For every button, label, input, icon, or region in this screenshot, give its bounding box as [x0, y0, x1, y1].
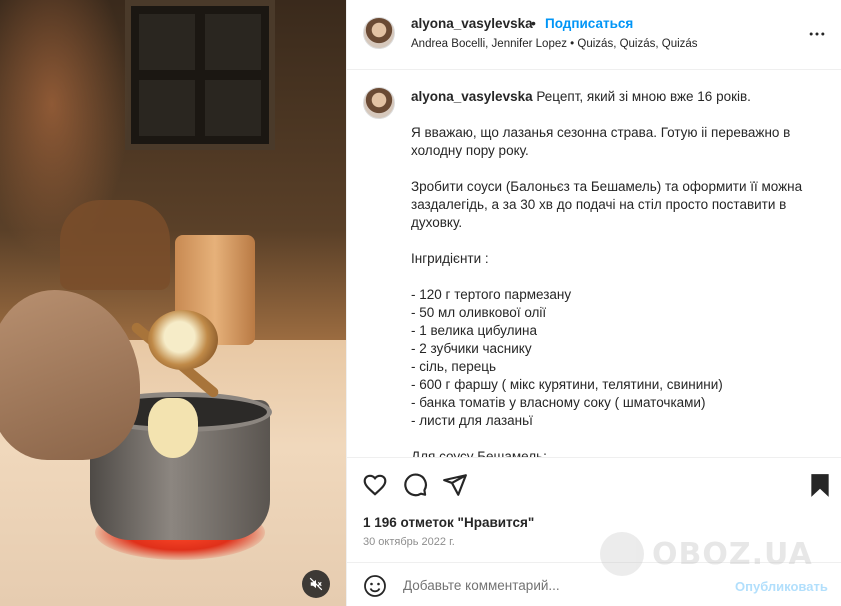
share-icon[interactable]: [442, 472, 468, 498]
watermark-text: OBOZ.UA: [652, 536, 813, 572]
butter: [148, 398, 198, 458]
caption-line: [411, 232, 821, 250]
bookmark-icon[interactable]: [807, 472, 833, 498]
ingredient-item: - сіль, перець: [411, 359, 497, 374]
background-window: [125, 0, 275, 150]
ingredient-item: - 2 зубчики часнику: [411, 341, 532, 356]
audio-track-link[interactable]: Andrea Bocelli, Jennifer Lopez • Quizás,…: [411, 38, 698, 50]
caption-avatar[interactable]: [363, 87, 395, 119]
caption-line: Для соусу Бешамель:: [411, 449, 547, 457]
heart-icon[interactable]: [362, 472, 388, 498]
caption-line: [411, 160, 821, 178]
globe-icon: [600, 532, 644, 576]
caption-text: alyona_vasylevska Рецепт, який зі мною в…: [411, 88, 821, 457]
caption-line: Я вважаю, що лазанья сезонна страва. Гот…: [411, 125, 791, 158]
more-options-icon[interactable]: [807, 24, 827, 44]
comment-icon[interactable]: [402, 472, 428, 498]
hand: [0, 290, 140, 460]
caption-line: [411, 268, 821, 286]
caption-line: Зробити соуси (Балоньєз та Бешамель) та …: [411, 179, 803, 230]
avatar[interactable]: [363, 17, 395, 49]
watermark: OBOZ.UA: [600, 524, 813, 584]
ingredient-item: - 1 велика цибулина: [411, 323, 538, 338]
ingredient-item: - 600 г фаршу ( мікс курятини, телятини,…: [411, 377, 723, 392]
ingredient-item: - банка томатів у власному соку ( шматоч…: [411, 395, 706, 410]
caption-line: Рецепт, який зі мною вже 16 років.: [536, 89, 751, 104]
mute-button[interactable]: [302, 570, 330, 598]
caption-line: [411, 106, 821, 124]
post-date[interactable]: 30 октябрь 2022 г.: [363, 536, 455, 548]
follow-button[interactable]: Подписаться: [545, 16, 633, 31]
author-username[interactable]: alyona_vasylevska: [411, 16, 533, 31]
post-media-video[interactable]: [0, 0, 346, 606]
ingredient-item: - 120 г тертого пармезану: [411, 287, 572, 302]
speaker-muted-icon: [309, 577, 323, 591]
post-caption: alyona_vasylevska Рецепт, який зі мною в…: [347, 71, 841, 457]
likes-count[interactable]: 1 196 отметок "Нравится": [363, 515, 534, 530]
ingredient-item: - 50 мл оливкової олії: [411, 305, 547, 320]
separator-dot: •: [531, 15, 536, 31]
post-header: alyona_vasylevska • Подписаться Andrea B…: [347, 0, 841, 70]
caption-username[interactable]: alyona_vasylevska: [411, 89, 533, 104]
caption-line: Інгридієнти :: [411, 251, 489, 266]
post-details-panel: alyona_vasylevska • Подписаться Andrea B…: [346, 0, 841, 606]
ingredient-item: - листи для лазаньї: [411, 413, 533, 428]
measuring-cup: [148, 310, 218, 370]
basket: [60, 200, 170, 290]
emoji-icon[interactable]: [363, 574, 387, 598]
caption-line: [411, 430, 821, 448]
